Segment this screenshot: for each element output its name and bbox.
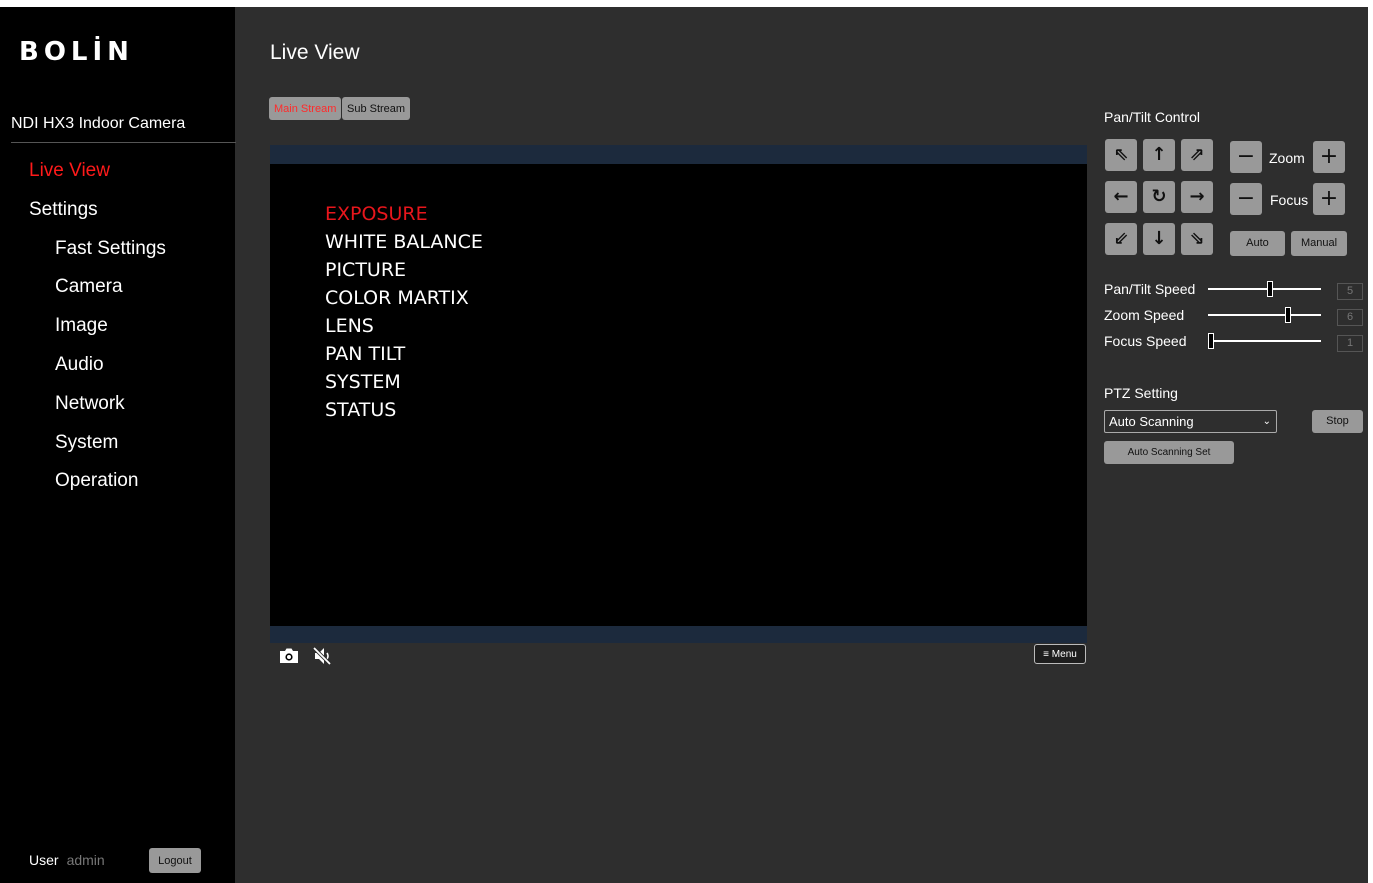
osd-item-pan-tilt: PAN TILT bbox=[325, 343, 406, 365]
right-arrow-icon[interactable]: → bbox=[1181, 181, 1213, 213]
zoom-speed-thumb[interactable] bbox=[1285, 307, 1292, 323]
sidebar-item-operation[interactable]: Operation bbox=[55, 470, 138, 492]
speaker-muted-icon[interactable] bbox=[311, 645, 333, 672]
ptz-setting-title: PTZ Setting bbox=[1104, 385, 1178, 401]
left-arrow-icon[interactable]: ← bbox=[1105, 181, 1137, 213]
sidebar-item-settings[interactable]: Settings bbox=[29, 199, 98, 221]
auto-scanning-set-button[interactable]: Auto Scanning Set bbox=[1104, 441, 1234, 464]
ptz-mode-select[interactable]: Auto Scanning ⌄ bbox=[1104, 410, 1277, 433]
main-stream-button[interactable]: Main Stream bbox=[269, 97, 342, 120]
sidebar-item-camera[interactable]: Camera bbox=[55, 276, 123, 298]
sidebar-item-image[interactable]: Image bbox=[55, 315, 108, 337]
zoom-speed-label: Zoom Speed bbox=[1104, 307, 1185, 323]
chevron-down-icon: ⌄ bbox=[1262, 416, 1271, 427]
up-arrow-icon[interactable]: ↑ bbox=[1143, 139, 1175, 171]
osd-item-exposure: EXPOSURE bbox=[325, 203, 428, 225]
user-name: admin bbox=[66, 852, 105, 868]
osd-item-status: STATUS bbox=[325, 399, 397, 421]
sidebar-item-network[interactable]: Network bbox=[55, 393, 125, 415]
pan-tilt-speed-slider[interactable] bbox=[1208, 288, 1321, 290]
osd-menu: EXPOSURE WHITE BALANCE PICTURE COLOR MAR… bbox=[325, 200, 483, 424]
down-right-arrow-icon[interactable]: ⇘ bbox=[1181, 223, 1213, 255]
osd-item-color-matrix: COLOR MARTIX bbox=[325, 287, 469, 309]
focus-far-button[interactable]: + bbox=[1313, 183, 1345, 215]
sidebar: BOLİN NDI HX3 Indoor Camera Live View Se… bbox=[0, 7, 236, 883]
focus-speed-value: 1 bbox=[1337, 335, 1363, 352]
stop-button[interactable]: Stop bbox=[1312, 410, 1363, 433]
focus-auto-button[interactable]: Auto bbox=[1230, 231, 1285, 256]
pan-tilt-title: Pan/Tilt Control bbox=[1104, 109, 1200, 125]
sidebar-divider bbox=[11, 142, 236, 143]
hamburger-icon: ≡ bbox=[1043, 649, 1050, 660]
osd-item-system: SYSTEM bbox=[325, 371, 401, 393]
down-arrow-icon[interactable]: ↓ bbox=[1143, 223, 1175, 255]
focus-speed-label: Focus Speed bbox=[1104, 333, 1187, 349]
zoom-out-button[interactable]: − bbox=[1230, 141, 1262, 173]
osd-item-lens: LENS bbox=[325, 315, 374, 337]
zoom-in-button[interactable]: + bbox=[1313, 141, 1345, 173]
focus-manual-button[interactable]: Manual bbox=[1291, 231, 1347, 256]
zoom-speed-slider[interactable] bbox=[1208, 314, 1321, 316]
logout-button[interactable]: Logout bbox=[149, 848, 201, 873]
focus-speed-slider[interactable] bbox=[1208, 340, 1321, 342]
sidebar-item-audio[interactable]: Audio bbox=[55, 354, 104, 376]
osd-item-picture: PICTURE bbox=[325, 259, 407, 281]
focus-near-button[interactable]: − bbox=[1230, 183, 1262, 215]
menu-button-label: Menu bbox=[1051, 649, 1077, 660]
video-letterbox-bottom bbox=[270, 626, 1087, 643]
pan-tilt-speed-thumb[interactable] bbox=[1266, 281, 1273, 297]
video-letterbox-top bbox=[270, 145, 1087, 164]
down-left-arrow-icon[interactable]: ⇙ bbox=[1105, 223, 1137, 255]
video-preview[interactable]: EXPOSURE WHITE BALANCE PICTURE COLOR MAR… bbox=[270, 145, 1087, 643]
user-info: User admin bbox=[29, 852, 105, 868]
pan-tilt-speed-value: 5 bbox=[1337, 283, 1363, 300]
pan-tilt-speed-label: Pan/Tilt Speed bbox=[1104, 281, 1196, 297]
up-left-arrow-icon[interactable]: ⇖ bbox=[1105, 139, 1137, 171]
page-title: Live View bbox=[270, 41, 360, 64]
zoom-speed-value: 6 bbox=[1337, 309, 1363, 326]
sidebar-item-system[interactable]: System bbox=[55, 432, 118, 454]
sub-stream-button[interactable]: Sub Stream bbox=[342, 97, 411, 120]
ptz-mode-value: Auto Scanning bbox=[1109, 414, 1194, 429]
app-window: BOLİN NDI HX3 Indoor Camera Live View Se… bbox=[0, 7, 1368, 883]
zoom-label: Zoom bbox=[1269, 150, 1305, 166]
sidebar-item-fast-settings[interactable]: Fast Settings bbox=[55, 238, 166, 260]
focus-label: Focus bbox=[1270, 192, 1309, 208]
camera-icon[interactable] bbox=[278, 647, 300, 670]
device-name: NDI HX3 Indoor Camera bbox=[11, 115, 186, 132]
osd-menu-button[interactable]: ≡ Menu bbox=[1034, 644, 1086, 664]
osd-item-white-balance: WHITE BALANCE bbox=[325, 231, 483, 253]
focus-speed-thumb[interactable] bbox=[1208, 333, 1214, 349]
home-reset-icon[interactable]: ↻ bbox=[1143, 181, 1175, 213]
user-label: User bbox=[29, 852, 59, 868]
bolin-logo: BOLİN bbox=[19, 37, 134, 67]
sidebar-item-live-view[interactable]: Live View bbox=[29, 160, 110, 182]
up-right-arrow-icon[interactable]: ⇗ bbox=[1181, 139, 1213, 171]
